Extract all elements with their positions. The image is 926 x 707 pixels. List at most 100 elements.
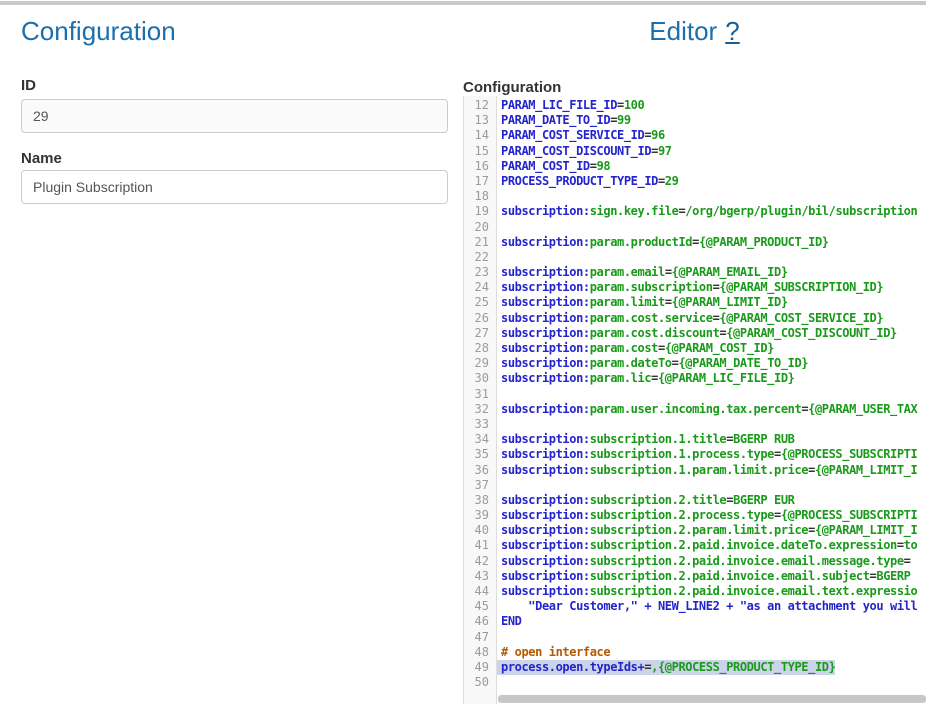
code-line[interactable]: 23subscription:param.email={@PARAM_EMAIL… bbox=[463, 265, 926, 280]
code-text: subscription:param.lic={@PARAM_LIC_FILE_… bbox=[497, 371, 794, 386]
code-line[interactable]: 30subscription:param.lic={@PARAM_LIC_FIL… bbox=[463, 371, 926, 386]
code-text: PARAM_COST_SERVICE_ID=96 bbox=[497, 128, 665, 143]
line-number: 40 bbox=[463, 523, 497, 538]
line-number: 41 bbox=[463, 538, 497, 553]
code-text bbox=[497, 675, 501, 690]
line-number: 16 bbox=[463, 159, 497, 174]
line-number: 44 bbox=[463, 584, 497, 599]
line-number: 46 bbox=[463, 614, 497, 629]
code-text: PARAM_COST_DISCOUNT_ID=97 bbox=[497, 144, 672, 159]
code-line[interactable]: 34subscription:subscription.1.title=BGER… bbox=[463, 432, 926, 447]
code-line[interactable]: 39subscription:subscription.2.process.ty… bbox=[463, 508, 926, 523]
code-line[interactable]: 50 bbox=[463, 675, 926, 690]
editor-title-text: Editor bbox=[649, 16, 717, 46]
line-number: 33 bbox=[463, 417, 497, 432]
line-number: 29 bbox=[463, 356, 497, 371]
code-line[interactable]: 44subscription:subscription.2.paid.invoi… bbox=[463, 584, 926, 599]
line-number: 47 bbox=[463, 630, 497, 645]
code-line[interactable]: 15PARAM_COST_DISCOUNT_ID=97 bbox=[463, 144, 926, 159]
line-number: 26 bbox=[463, 311, 497, 326]
code-line[interactable]: 12PARAM_LIC_FILE_ID=100 bbox=[463, 98, 926, 113]
line-number: 15 bbox=[463, 144, 497, 159]
line-number: 24 bbox=[463, 280, 497, 295]
code-line[interactable]: 21subscription:param.productId={@PARAM_P… bbox=[463, 235, 926, 250]
code-line[interactable]: 35subscription:subscription.1.process.ty… bbox=[463, 447, 926, 462]
code-line[interactable]: 14PARAM_COST_SERVICE_ID=96 bbox=[463, 128, 926, 143]
code-line[interactable]: 37 bbox=[463, 478, 926, 493]
id-input[interactable] bbox=[21, 99, 448, 133]
line-number: 38 bbox=[463, 493, 497, 508]
code-text bbox=[497, 387, 501, 402]
line-number: 28 bbox=[463, 341, 497, 356]
line-number: 49 bbox=[463, 660, 497, 675]
line-number: 35 bbox=[463, 447, 497, 462]
editor-title: Editor? bbox=[463, 16, 926, 47]
line-number: 31 bbox=[463, 387, 497, 402]
top-divider bbox=[0, 1, 926, 5]
line-number: 42 bbox=[463, 554, 497, 569]
code-line[interactable]: 26subscription:param.cost.service={@PARA… bbox=[463, 311, 926, 326]
code-text: END bbox=[497, 614, 521, 629]
code-line[interactable]: 17PROCESS_PRODUCT_TYPE_ID=29 bbox=[463, 174, 926, 189]
code-lines: 12PARAM_LIC_FILE_ID=10013PARAM_DATE_TO_I… bbox=[463, 96, 926, 690]
code-text: "Dear Customer," + NEW_LINE2 + "as an at… bbox=[497, 599, 917, 614]
code-line[interactable]: 49process.open.typeIds+=,{@PROCESS_PRODU… bbox=[463, 660, 926, 675]
code-line[interactable]: 46END bbox=[463, 614, 926, 629]
code-text: subscription:param.cost={@PARAM_COST_ID} bbox=[497, 341, 774, 356]
code-text: subscription:param.limit={@PARAM_LIMIT_I… bbox=[497, 295, 788, 310]
code-line[interactable]: 25subscription:param.limit={@PARAM_LIMIT… bbox=[463, 295, 926, 310]
code-line[interactable]: 33 bbox=[463, 417, 926, 432]
code-line[interactable]: 32subscription:param.user.incoming.tax.p… bbox=[463, 402, 926, 417]
code-text: PARAM_DATE_TO_ID=99 bbox=[497, 113, 631, 128]
line-number: 34 bbox=[463, 432, 497, 447]
code-editor[interactable]: 12PARAM_LIC_FILE_ID=10013PARAM_DATE_TO_I… bbox=[463, 96, 926, 704]
line-number: 48 bbox=[463, 645, 497, 660]
code-line[interactable]: 20 bbox=[463, 220, 926, 235]
horizontal-scrollbar[interactable] bbox=[498, 695, 926, 703]
code-line[interactable]: 47 bbox=[463, 630, 926, 645]
line-number: 43 bbox=[463, 569, 497, 584]
code-line[interactable]: 13PARAM_DATE_TO_ID=99 bbox=[463, 113, 926, 128]
code-line[interactable]: 27subscription:param.cost.discount={@PAR… bbox=[463, 326, 926, 341]
code-text: subscription:subscription.1.title=BGERP … bbox=[497, 432, 794, 447]
code-line[interactable]: 41subscription:subscription.2.paid.invoi… bbox=[463, 538, 926, 553]
code-text: PARAM_COST_ID=98 bbox=[497, 159, 610, 174]
line-number: 17 bbox=[463, 174, 497, 189]
code-text bbox=[497, 220, 501, 235]
code-line[interactable]: 24subscription:param.subscription={@PARA… bbox=[463, 280, 926, 295]
line-number: 22 bbox=[463, 250, 497, 265]
line-number: 19 bbox=[463, 204, 497, 219]
help-link[interactable]: ? bbox=[725, 16, 739, 46]
name-input[interactable] bbox=[21, 170, 448, 204]
code-line[interactable]: 22 bbox=[463, 250, 926, 265]
code-line[interactable]: 38subscription:subscription.2.title=BGER… bbox=[463, 493, 926, 508]
code-text: PARAM_LIC_FILE_ID=100 bbox=[497, 98, 644, 113]
code-line[interactable]: 36subscription:subscription.1.param.limi… bbox=[463, 463, 926, 478]
code-text: subscription:param.productId={@PARAM_PRO… bbox=[497, 235, 829, 250]
code-text: subscription:param.dateTo={@PARAM_DATE_T… bbox=[497, 356, 808, 371]
name-label: Name bbox=[21, 150, 62, 167]
code-line[interactable]: 28subscription:param.cost={@PARAM_COST_I… bbox=[463, 341, 926, 356]
id-label: ID bbox=[21, 77, 36, 94]
code-text bbox=[497, 417, 501, 432]
code-line[interactable]: 18 bbox=[463, 189, 926, 204]
line-number: 30 bbox=[463, 371, 497, 386]
code-line[interactable]: 48# open interface bbox=[463, 645, 926, 660]
line-number: 45 bbox=[463, 599, 497, 614]
line-number: 20 bbox=[463, 220, 497, 235]
line-number: 37 bbox=[463, 478, 497, 493]
code-line[interactable]: 40subscription:subscription.2.param.limi… bbox=[463, 523, 926, 538]
code-line[interactable]: 19subscription:sign.key.file=/org/bgerp/… bbox=[463, 204, 926, 219]
code-line[interactable]: 45 "Dear Customer," + NEW_LINE2 + "as an… bbox=[463, 599, 926, 614]
line-number: 23 bbox=[463, 265, 497, 280]
code-line[interactable]: 29subscription:param.dateTo={@PARAM_DATE… bbox=[463, 356, 926, 371]
line-number: 50 bbox=[463, 675, 497, 690]
code-line[interactable]: 43subscription:subscription.2.paid.invoi… bbox=[463, 569, 926, 584]
code-line[interactable]: 16PARAM_COST_ID=98 bbox=[463, 159, 926, 174]
code-line[interactable]: 42subscription:subscription.2.paid.invoi… bbox=[463, 554, 926, 569]
code-line[interactable]: 31 bbox=[463, 387, 926, 402]
code-text: subscription:subscription.2.paid.invoice… bbox=[497, 584, 917, 599]
code-text: subscription:param.email={@PARAM_EMAIL_I… bbox=[497, 265, 788, 280]
code-text: subscription:param.subscription={@PARAM_… bbox=[497, 280, 883, 295]
code-text bbox=[497, 630, 501, 645]
